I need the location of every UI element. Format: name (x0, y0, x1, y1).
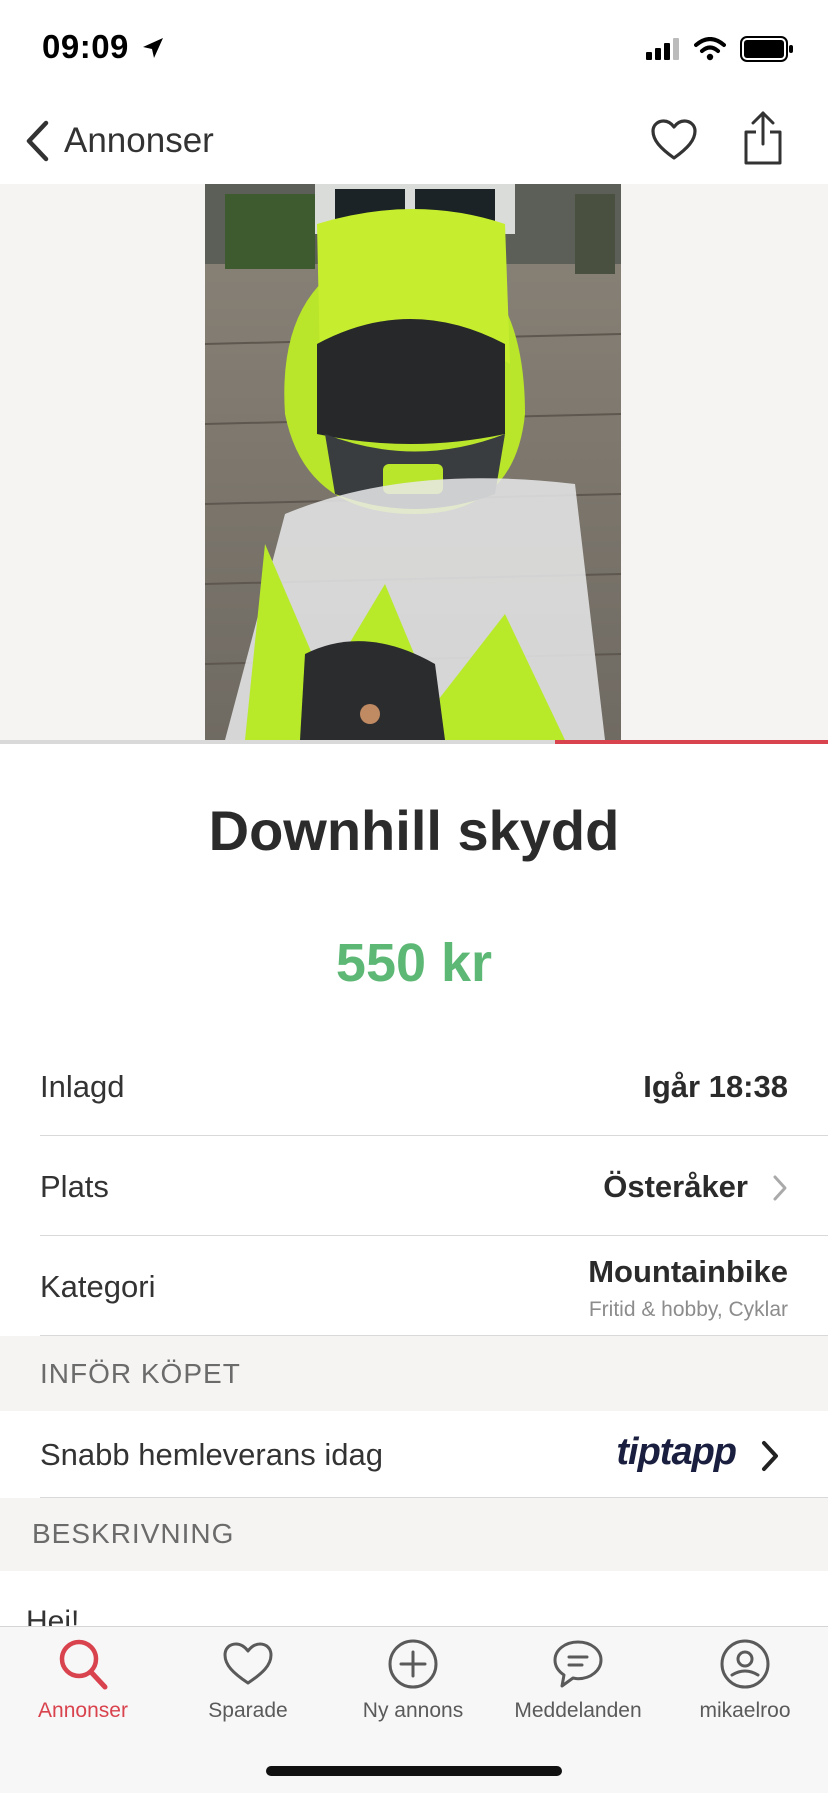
description-body: Hej! (0, 1571, 828, 1626)
battery-icon (740, 36, 793, 62)
status-bar: 09:09 (0, 0, 828, 100)
home-indicator[interactable] (266, 1766, 562, 1776)
navigation-bar: Annonser (0, 100, 828, 185)
detail-row-category: Kategori Mountainbike Fritid & hobby, Cy… (0, 1236, 828, 1336)
tab-label: Meddelanden (514, 1699, 642, 1722)
detail-row-posted: Inlagd Igår 18:38 (0, 1036, 828, 1136)
location-arrow-icon (142, 38, 163, 58)
tab-annonser[interactable]: Annonser (0, 1635, 166, 1723)
detail-value: Igår 18:38 (643, 1069, 788, 1104)
save-favorite-button[interactable] (650, 118, 698, 167)
tab-meddelanden[interactable]: Meddelanden (495, 1635, 661, 1723)
wifi-icon (694, 37, 726, 61)
back-button[interactable]: Annonser (24, 120, 214, 162)
detail-row-location[interactable]: Plats Österåker (0, 1136, 828, 1236)
detail-value: Österåker (603, 1169, 748, 1204)
section-heading: BESKRIVNING (32, 1518, 235, 1549)
chevron-left-icon (26, 120, 49, 162)
tab-label: mikaelroo (699, 1699, 791, 1722)
status-time: 09:09 (42, 28, 165, 66)
detail-label: Plats (40, 1169, 109, 1204)
delivery-label: Snabb hemleverans idag (40, 1437, 383, 1472)
chevron-right-icon (762, 1441, 778, 1471)
section-before-purchase: INFÖR KÖPET (0, 1336, 828, 1411)
detail-value: Mountainbike (588, 1254, 788, 1289)
section-description: BESKRIVNING (0, 1498, 828, 1571)
profile-icon (720, 1639, 770, 1689)
tab-label: Annonser (38, 1699, 128, 1722)
share-icon (744, 111, 782, 165)
listing-price: 550 kr (335, 933, 493, 993)
image-gallery[interactable] (0, 184, 828, 740)
clock: 09:09 (42, 28, 129, 65)
chat-icon (553, 1640, 603, 1688)
chevron-right-icon (773, 1175, 787, 1201)
heart-icon (651, 119, 697, 160)
search-icon (59, 1639, 108, 1690)
detail-label: Kategori (40, 1269, 156, 1304)
gallery-progress-bar (0, 740, 828, 744)
tab-profile[interactable]: mikaelroo (662, 1635, 828, 1723)
delivery-row[interactable]: Snabb hemleverans idag tiptapp (0, 1411, 828, 1498)
category-path: Fritid & hobby, Cyklar (588, 1298, 788, 1321)
heart-icon (223, 1642, 273, 1685)
tiptapp-logo: tiptapp (616, 1431, 737, 1473)
description-text: Hej! (26, 1605, 80, 1626)
tab-sparade[interactable]: Sparade (165, 1635, 331, 1723)
status-icons (646, 36, 794, 62)
cellular-signal-icon (646, 38, 679, 60)
tab-label: Ny annons (362, 1699, 464, 1722)
share-button[interactable] (742, 110, 784, 171)
plus-circle-icon (388, 1639, 438, 1689)
listing-photo[interactable] (205, 184, 621, 740)
back-label: Annonser (64, 121, 214, 160)
tab-ny-annons[interactable]: Ny annons (330, 1635, 496, 1723)
section-heading: INFÖR KÖPET (40, 1358, 241, 1389)
gallery-progress-indicator (554, 740, 828, 744)
tab-label: Sparade (208, 1699, 288, 1722)
listing-title: Downhill skydd (208, 799, 620, 862)
detail-label: Inlagd (40, 1069, 125, 1104)
helmet-photo (205, 184, 621, 740)
